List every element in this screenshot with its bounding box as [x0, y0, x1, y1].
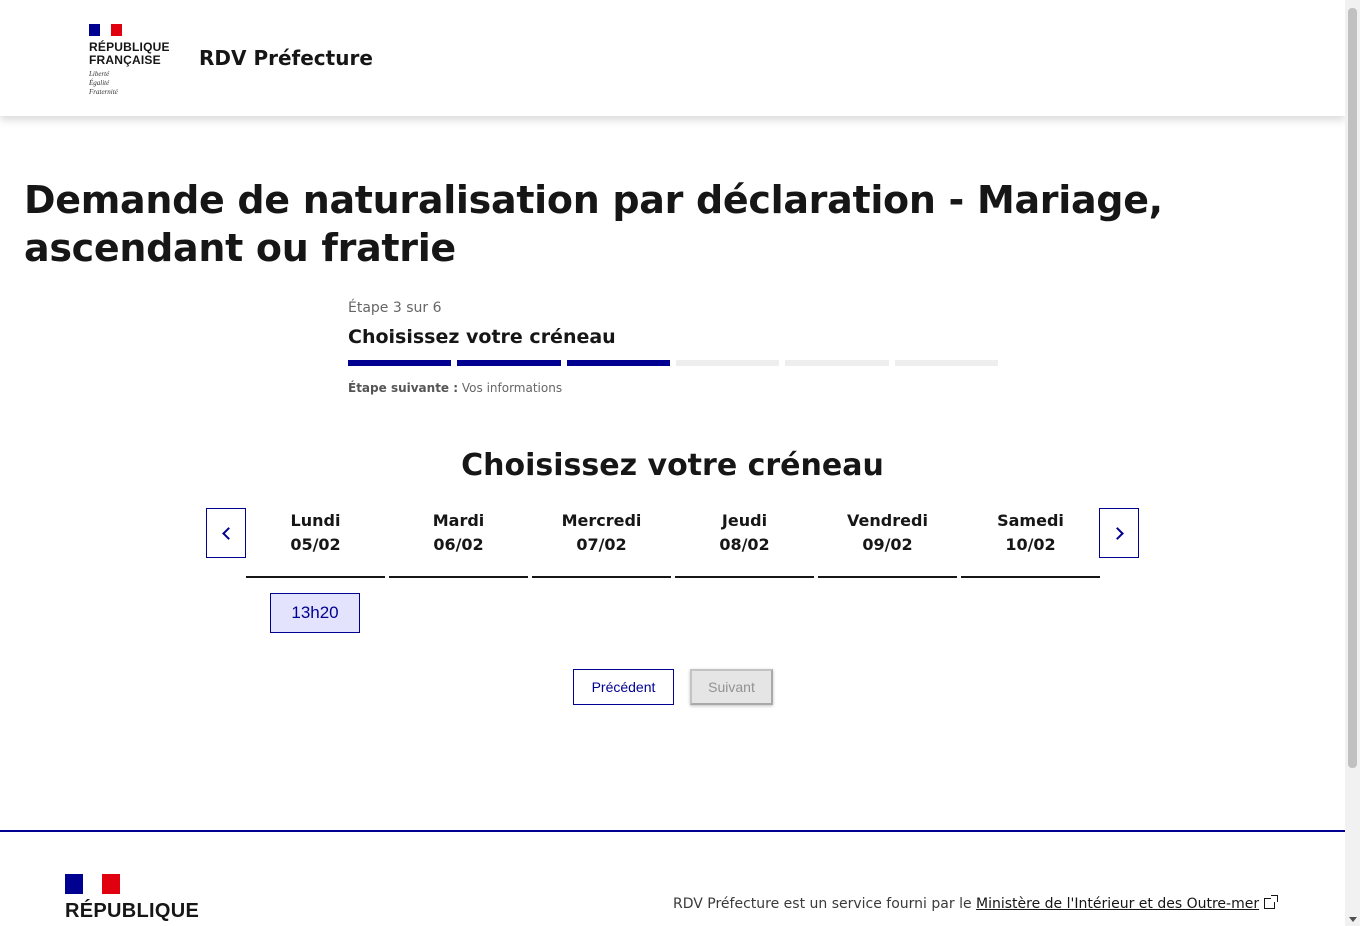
day-column: Lundi 05/02	[246, 510, 385, 578]
day-name: Jeudi	[721, 511, 768, 530]
devise-fraternite: Fraternité	[89, 88, 118, 96]
step-bar-complete	[457, 360, 561, 366]
next-step-label: Étape suivante :	[348, 381, 459, 395]
step-bar-pending	[675, 360, 780, 366]
external-link-icon	[1264, 895, 1279, 909]
calendar-title: Choisissez votre créneau	[461, 448, 884, 483]
day-name: Mardi	[432, 511, 485, 530]
devise: Liberté Égalité Fraternité	[89, 70, 170, 97]
footer-logo-text: RÉPUBLIQUE	[65, 900, 200, 922]
devise-liberte: Liberté	[89, 70, 110, 78]
site-footer: RÉPUBLIQUE RDV Préfecture est un service…	[0, 830, 1345, 926]
footer-logo[interactable]: RÉPUBLIQUE	[65, 874, 199, 922]
next-button[interactable]: Suivant	[690, 669, 773, 705]
chevron-left-icon	[221, 526, 235, 540]
vertical-scrollbar[interactable]	[1345, 0, 1360, 926]
step-bar-complete	[348, 360, 452, 366]
french-flag-icon	[65, 874, 120, 894]
day-name: Vendredi	[847, 511, 928, 530]
day-date: 10/02	[1005, 535, 1056, 554]
time-slot-button[interactable]: 13h20	[270, 593, 360, 633]
french-flag-icon	[89, 24, 122, 36]
next-week-button[interactable]	[1099, 508, 1139, 558]
day-name: Samedi	[997, 511, 1064, 530]
step-count: Étape 3 sur 6	[348, 300, 442, 316]
day-date: 05/02	[290, 535, 341, 554]
step-title: Choisissez votre créneau	[348, 326, 616, 348]
chevron-right-icon	[1110, 526, 1124, 540]
calendar-days: Lundi 05/02 Mardi 06/02 Mercredi 07/02 J…	[246, 510, 1100, 578]
service-name-link[interactable]: RDV Préfecture	[199, 46, 373, 70]
day-column: Samedi 10/02	[961, 510, 1100, 578]
step-bar-complete	[566, 360, 670, 366]
next-step-value: Vos informations	[461, 381, 563, 395]
step-bar-pending	[785, 360, 889, 366]
stepper: Étape 3 sur 6 Choisissez votre créneau É…	[348, 300, 998, 395]
day-date: 08/02	[719, 535, 770, 554]
day-name: Mercredi	[561, 511, 642, 530]
day-date: 06/02	[433, 535, 484, 554]
previous-button[interactable]: Précédent	[573, 669, 674, 705]
step-bar-pending	[894, 360, 998, 366]
day-column: Mercredi 07/02	[532, 510, 671, 578]
page-title: Demande de naturalisation par déclaratio…	[24, 178, 1163, 270]
previous-week-button[interactable]	[206, 508, 246, 558]
footer-description-text: RDV Préfecture est un service fourni par…	[673, 896, 977, 912]
scroll-down-arrow-icon[interactable]	[1349, 917, 1357, 922]
day-column: Vendredi 09/02	[818, 510, 957, 578]
step-progress-bar	[348, 360, 998, 366]
footer-description: RDV Préfecture est un service fourni par…	[673, 895, 1279, 912]
day-name: Lundi	[290, 511, 341, 530]
site-header: RÉPUBLIQUE FRANÇAISE Liberté Égalité Fra…	[0, 0, 1345, 116]
ministry-link[interactable]: Ministère de l'Intérieur et des Outre-me…	[976, 896, 1259, 912]
day-column: Mardi 06/02	[389, 510, 528, 578]
day-date: 07/02	[576, 535, 627, 554]
logo-text: RÉPUBLIQUE FRANÇAISE	[89, 41, 170, 67]
day-date: 09/02	[862, 535, 913, 554]
day-column: Jeudi 08/02	[675, 510, 814, 578]
republique-francaise-logo[interactable]: RÉPUBLIQUE FRANÇAISE Liberté Égalité Fra…	[89, 24, 170, 97]
devise-egalite: Égalité	[89, 79, 110, 87]
logo-line-2: FRANÇAISE	[89, 53, 161, 67]
next-step-info: Étape suivante : Vos informations	[348, 381, 998, 395]
scrollbar-thumb[interactable]	[1348, 8, 1357, 768]
